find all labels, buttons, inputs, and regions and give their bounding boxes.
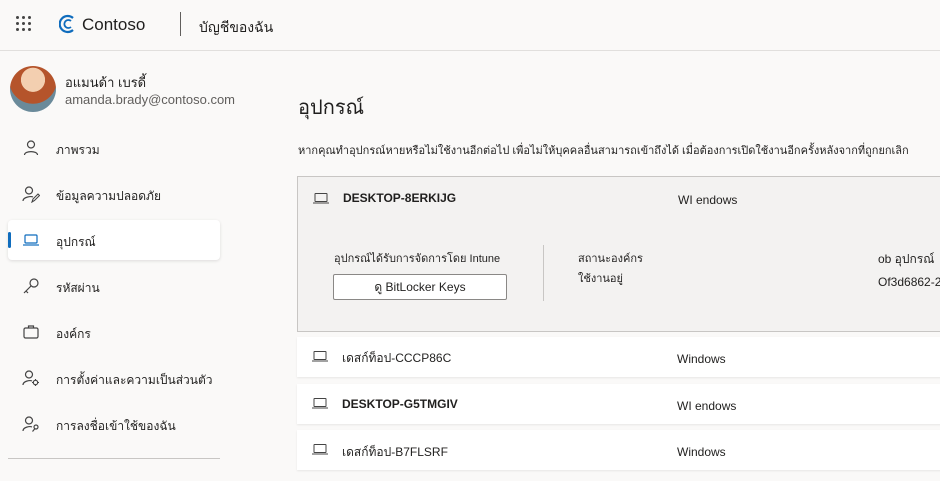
sidebar-item-label: ข้อมูลความปลอดภัย [56,189,161,203]
view-bitlocker-keys-button[interactable]: ดู BitLocker Keys [333,274,507,300]
device-os: Windows [677,445,726,459]
top-bar: Contoso บัญชีของฉัน [0,0,940,51]
sidebar-nav: ภาพรวม ข้อมูลความปลอดภัย อุปกรณ์ รหัสผ่า… [8,128,220,450]
sidebar-item-label: องค์กร [56,327,91,341]
user-name: อแมนด้า เบรดี้ [65,75,147,90]
device-os: WI endows [677,399,737,413]
device-row[interactable]: เดสก์ท็อป-B7FLSRF Windows [297,430,940,470]
sidebar-item-organizations[interactable]: องค์กร [8,312,220,352]
laptop-icon [312,398,328,409]
sidebar-item-security-info[interactable]: ข้อมูลความปลอดภัย [8,174,220,214]
sidebar-item-label: อุปกรณ์ [56,235,96,249]
person-key-icon [22,416,39,432]
brand-name[interactable]: Contoso [82,15,145,35]
device-id-label: ob อุปกรณ์ [878,252,935,266]
person-settings-icon [22,370,39,386]
device-name: เดสก์ท็อป-CCCP86C [342,351,452,365]
avatar [10,66,56,112]
device-name: DESKTOP-8ERKIJG [343,191,457,205]
sidebar-item-overview[interactable]: ภาพรวม [8,128,220,168]
page-title: อุปกรณ์ [298,97,365,119]
page-description: หากคุณทำอุปกรณ์หายหรือไม่ใช้งานอีกต่อไป … [298,145,909,157]
sidebar-item-password[interactable]: รหัสผ่าน [8,266,220,306]
device-row[interactable]: เดสก์ท็อป-CCCP86C Windows [297,337,940,377]
contoso-logo-icon [59,14,74,34]
sidebar-item-settings-privacy[interactable]: การตั้งค่าและความเป็นส่วนตัว [8,358,220,398]
device-card-expanded[interactable]: DESKTOP-8ERKIJG WI endows อุปกรณ์ได้รับก… [297,176,940,332]
org-status-label: สถานะองค์กร [578,253,643,265]
active-indicator [8,232,11,248]
device-row[interactable]: DESKTOP-G5TMGIV WI endows [297,384,940,424]
briefcase-icon [23,325,39,339]
user-email: amanda.brady@contoso.com [65,92,236,107]
device-name: เดสก์ท็อป-B7FLSRF [342,445,448,459]
person-edit-icon [22,186,40,203]
laptop-icon [313,193,329,204]
laptop-icon [312,444,328,455]
sidebar-item-devices[interactable]: อุปกรณ์ [8,220,220,260]
device-name: DESKTOP-G5TMGIV [342,397,458,411]
header-section-title[interactable]: บัญชีของฉัน [199,17,273,39]
managed-by-intune-label: อุปกรณ์ได้รับการจัดการโดย Intune [334,253,501,265]
person-icon [23,140,39,156]
laptop-icon [23,234,39,246]
sidebar-item-label: ภาพรวม [56,143,100,157]
header-divider [180,12,181,36]
sidebar-item-label: รหัสผ่าน [56,281,100,295]
key-icon [23,278,39,294]
app-launcher-icon[interactable] [16,16,32,32]
sidebar-item-label: การตั้งค่าและความเป็นส่วนตัว [56,373,213,387]
device-id-value: Of3d6862-2 [878,275,940,289]
sidebar-item-label: การลงชื่อเข้าใช้ของฉัน [56,419,176,433]
device-os: WI endows [678,193,738,207]
sidebar-divider [8,458,220,459]
org-status-value: ใช้งานอยู่ [578,273,623,285]
device-os: Windows [677,352,726,366]
card-divider [543,245,544,301]
sidebar-item-my-sign-ins[interactable]: การลงชื่อเข้าใช้ของฉัน [8,404,220,444]
laptop-icon [312,351,328,362]
